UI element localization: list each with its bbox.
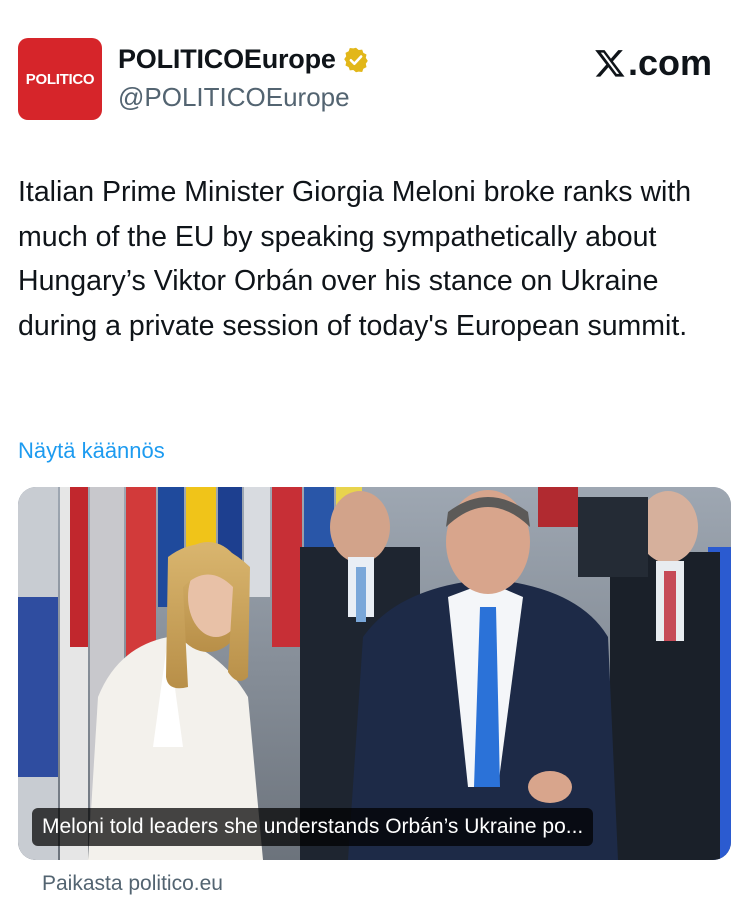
show-translation-link[interactable]: Näytä käännös [18, 438, 165, 464]
author-name-row: POLITICOEurope [118, 44, 370, 75]
link-card-caption: Meloni told leaders she understands Orbá… [32, 808, 594, 846]
avatar-logo-text: POLITICO [25, 70, 95, 88]
author-display-name[interactable]: POLITICOEurope [118, 44, 336, 75]
author-handle[interactable]: @POLITICOEurope [118, 82, 350, 113]
platform-label: .com [594, 42, 712, 84]
verified-badge-icon [343, 47, 368, 72]
x-logo-icon [595, 50, 625, 77]
news-photo [18, 487, 731, 860]
tweet-text: Italian Prime Minister Giorgia Meloni br… [18, 176, 692, 342]
platform-domain-text: .com [627, 42, 712, 83]
link-preview-card[interactable]: Meloni told leaders she understands Orbá… [18, 487, 731, 860]
author-avatar[interactable]: POLITICO [18, 38, 102, 120]
link-source[interactable]: Paikasta politico.eu [42, 872, 223, 896]
